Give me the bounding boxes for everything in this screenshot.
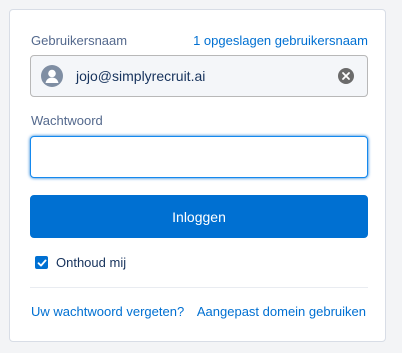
password-input[interactable] — [30, 136, 368, 178]
login-card: Gebruikersnaam 1 opgeslagen gebruikersna… — [9, 9, 386, 342]
username-label-row: Gebruikersnaam 1 opgeslagen gebruikersna… — [31, 31, 368, 49]
password-label: Wachtwoord — [31, 113, 103, 128]
username-value: jojo@simplyrecruit.ai — [76, 68, 206, 84]
divider — [30, 287, 368, 288]
saved-username-field[interactable]: jojo@simplyrecruit.ai — [30, 55, 368, 97]
login-button[interactable]: Inloggen — [30, 195, 368, 238]
custom-domain-link[interactable]: Aangepast domein gebruiken — [197, 304, 366, 319]
forgot-password-link[interactable]: Uw wachtwoord vergeten? — [31, 304, 184, 319]
user-avatar-icon — [41, 65, 63, 87]
remember-me-checkbox[interactable] — [35, 256, 48, 269]
remember-me[interactable]: Onthoud mij — [35, 255, 126, 270]
saved-usernames-link[interactable]: 1 opgeslagen gebruikersnaam — [193, 33, 368, 48]
checkmark-icon — [37, 259, 46, 266]
remember-me-label: Onthoud mij — [56, 255, 127, 270]
clear-username-icon[interactable] — [338, 68, 354, 84]
username-label: Gebruikersnaam — [31, 32, 128, 48]
